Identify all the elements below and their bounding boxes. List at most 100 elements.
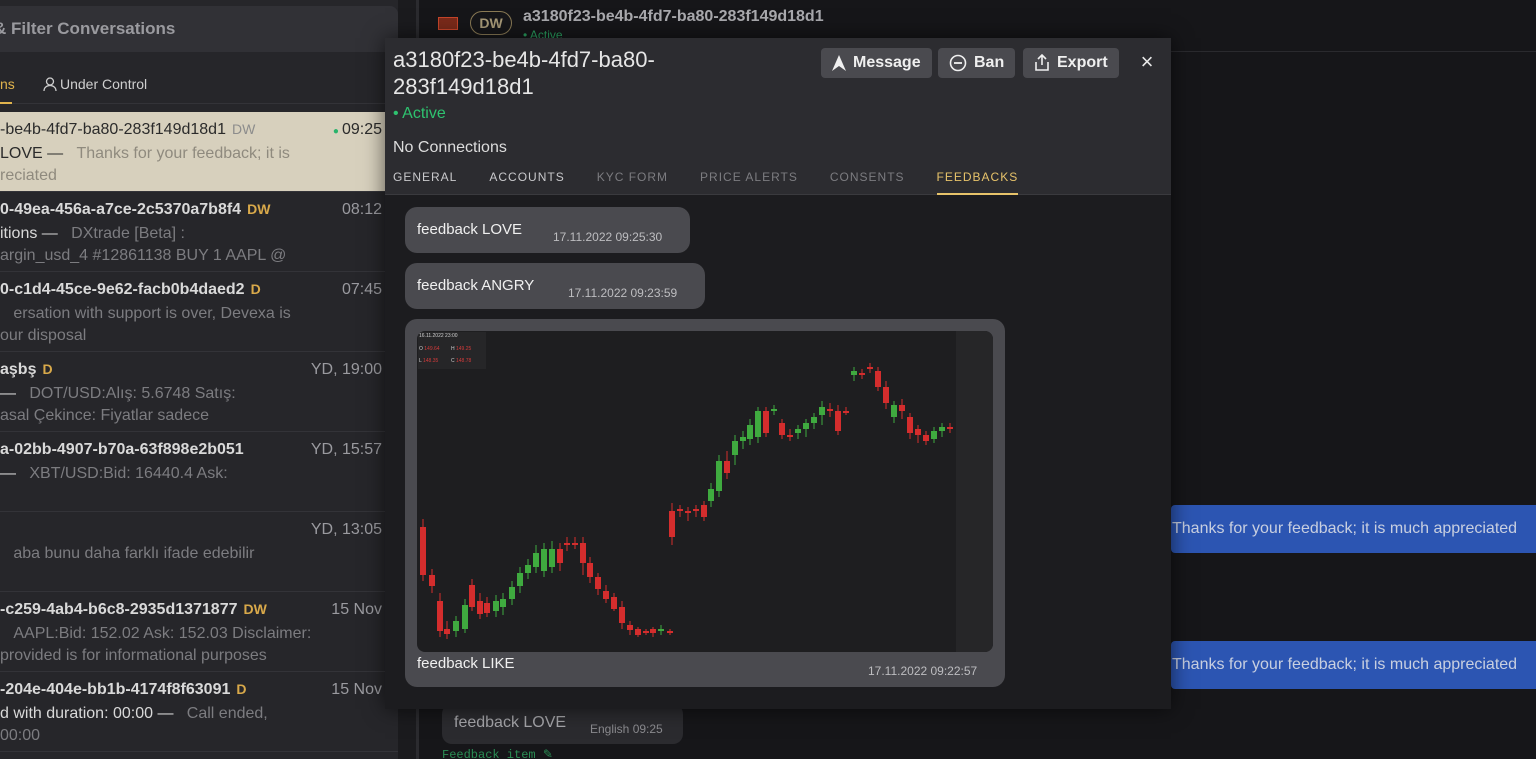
feedback-date: 17.11.2022 09:25:30 xyxy=(553,230,663,244)
conversation-time: 15 Nov xyxy=(331,681,382,699)
conversation-tag: DW xyxy=(247,201,271,217)
ban-button-label: Ban xyxy=(974,54,1005,71)
candle-body xyxy=(708,489,714,501)
conversation-time: ● 09:25 xyxy=(333,121,382,139)
conversation-preview: AAPL:Bid: 152.02 Ask: 152.03 Disclaimer: xyxy=(0,625,311,643)
conversation-id: -c259-4ab4-b6c8-2935d1371877 xyxy=(0,601,238,618)
conversation-preview: LOVE — Thanks for your feedback; it is xyxy=(0,145,290,163)
candle-body xyxy=(549,549,555,567)
flag-icon xyxy=(438,17,458,30)
preview-text: Thanks for your feedback; it is xyxy=(76,145,290,162)
client-type-badge: DW xyxy=(470,11,512,35)
conversation-preview-line2: asal Çekince: Fiyatlar sadece xyxy=(0,407,209,424)
conversation-id: -be4b-4fd7-ba80-283f149d18d1 xyxy=(0,121,226,138)
candle-body xyxy=(685,511,691,513)
client-details-modal: a3180f23-be4b-4fd7-ba80-283f149d18d1 • A… xyxy=(385,38,1171,709)
candle-body xyxy=(883,387,889,403)
search-filter-bar[interactable]: & Filter Conversations xyxy=(0,6,398,52)
tab-kyc-form[interactable]: KYC FORM xyxy=(597,170,668,195)
conversation-time-text: 07:45 xyxy=(341,281,382,298)
connections-status: No Connections xyxy=(393,139,507,156)
tab-feedbacks[interactable]: FEEDBACKS xyxy=(936,170,1019,195)
conversation-item[interactable]: a-02bb-4907-b70a-63f898e2b051 YD, 15:57 — … xyxy=(0,432,398,512)
candle-body xyxy=(763,411,769,433)
conversation-item[interactable]: YD, 13:05 aba bunu daha farklı ifade ede… xyxy=(0,512,398,592)
conversation-time-text: 15 Nov xyxy=(331,601,382,618)
conversation-item[interactable]: 0-c1d4-45ce-9e62-facb0b4daed2 D 07:45 ersa… xyxy=(0,272,398,352)
preview-prefix: — xyxy=(0,385,16,402)
preview-text: XBT/USD:Bid: 16440.4 Ask: xyxy=(29,465,228,482)
candle-body xyxy=(525,565,531,573)
modal-title: a3180f23-be4b-4fd7-ba80-283f149d18d1 xyxy=(393,47,655,99)
conversation-item[interactable]: 0-49ea-456a-a7ce-2c5370a7b8f4 DW 08:12 itio… xyxy=(0,192,398,272)
feedback-chart-screenshot[interactable]: 16.11.2022 23:00 O 149.64 H 149.25 L 148… xyxy=(417,331,993,652)
conversation-tag: DW xyxy=(231,121,256,137)
candle-body xyxy=(724,461,730,473)
tab-conversations[interactable]: ns xyxy=(0,76,15,92)
modal-status: • Active xyxy=(393,105,446,122)
agent-message-bubble: Thanks for your feedback; it is much app… xyxy=(1171,641,1536,689)
conversation-id: 0-c1d4-45ce-9e62-facb0b4daed2 xyxy=(0,281,245,298)
conversation-preview-line2: our disposal xyxy=(0,327,87,344)
candle-body xyxy=(429,575,435,586)
candle-body xyxy=(755,411,761,437)
feedback-item-label[interactable]: Feedback item ✎ xyxy=(442,747,553,759)
export-icon xyxy=(1035,54,1049,71)
modal-header: a3180f23-be4b-4fd7-ba80-283f149d18d1 • A… xyxy=(385,38,1171,195)
conversation-preview: itions — DXtrade [Beta] : xyxy=(0,225,185,243)
candle-body xyxy=(795,429,801,433)
conversation-title: aşbş D xyxy=(0,361,53,379)
candle-body xyxy=(643,631,649,633)
candle-body xyxy=(595,577,601,589)
feedback-text: feedback ANGRY xyxy=(417,277,535,294)
conversation-item[interactable]: aşbş D YD, 19:00 — DOT/USD:Alış: 5.6748 Sat… xyxy=(0,352,398,432)
message-button[interactable]: Message xyxy=(821,48,932,78)
export-button[interactable]: Export xyxy=(1023,48,1119,78)
feedback-date: 17.11.2022 09:22:57 xyxy=(868,664,978,678)
conversation-time: 08:12 xyxy=(342,201,382,219)
agent-message-bubble: Thanks for your feedback; it is much app… xyxy=(1171,505,1536,553)
candle-body xyxy=(891,405,897,417)
client-message-meta: English 09:25 xyxy=(590,722,663,736)
conversation-preview: aba bunu daha farklı ifade edebilir xyxy=(0,545,254,563)
close-icon[interactable]: × xyxy=(1137,50,1157,74)
conversation-tag: D xyxy=(42,361,53,377)
edit-icon: ✎ xyxy=(542,748,553,759)
tab-general[interactable]: GENERAL xyxy=(393,170,457,195)
feedback-text: feedback LIKE xyxy=(417,655,515,672)
ohlc-date: 16.11.2022 23:00 xyxy=(419,333,458,339)
conversation-item[interactable]: -c259-4ab4-b6c8-2935d1371877 DW 15 Nov AAP… xyxy=(0,592,398,672)
tab-under-control[interactable]: Under Control xyxy=(42,76,147,92)
candle-body xyxy=(787,435,793,437)
search-filter-label: & Filter Conversations xyxy=(0,19,176,38)
conversation-preview: — XBT/USD:Bid: 16440.4 Ask: xyxy=(0,465,228,483)
candle-body xyxy=(843,411,849,413)
candle-body xyxy=(493,601,499,611)
candle-body xyxy=(716,461,722,491)
tab-consents[interactable]: CONSENTS xyxy=(830,170,905,195)
preview-text: aba bunu daha farklı ifade edebilir xyxy=(13,545,255,562)
tab-accounts[interactable]: ACCOUNTS xyxy=(489,170,564,195)
ban-icon xyxy=(949,54,967,72)
candle-body xyxy=(677,509,683,511)
preview-prefix: itions — xyxy=(0,225,58,242)
ohlc-open: 149.64 xyxy=(424,346,440,352)
conversation-time-text: 09:25 xyxy=(341,121,382,138)
conversation-item[interactable]: -204e-404e-bb1b-4174f8f63091 D 15 Nov d wit… xyxy=(0,672,398,752)
conversation-time-text: 08:12 xyxy=(341,201,382,218)
conversation-id: -204e-404e-bb1b-4174f8f63091 xyxy=(0,681,231,698)
feedback-date: 17.11.2022 09:23:59 xyxy=(568,286,678,300)
ban-button[interactable]: Ban xyxy=(938,48,1016,78)
conversation-time: 07:45 xyxy=(342,281,382,299)
candle-body xyxy=(779,423,785,435)
candle-body xyxy=(947,427,953,429)
chat-title[interactable]: a3180f23-be4b-4fd7-ba80-283f149d18d1 xyxy=(523,8,824,26)
candle-body xyxy=(453,621,459,631)
conversation-item[interactable]: -be4b-4fd7-ba80-283f149d18d1 DW ● 09:25 LOVE… xyxy=(0,112,398,192)
conversation-time-text: 15 Nov xyxy=(331,681,382,698)
candle-body xyxy=(587,563,593,577)
candle-body xyxy=(635,629,641,635)
candle-body xyxy=(867,367,873,369)
candle-body xyxy=(827,409,833,411)
tab-price-alerts[interactable]: PRICE ALERTS xyxy=(700,170,798,195)
